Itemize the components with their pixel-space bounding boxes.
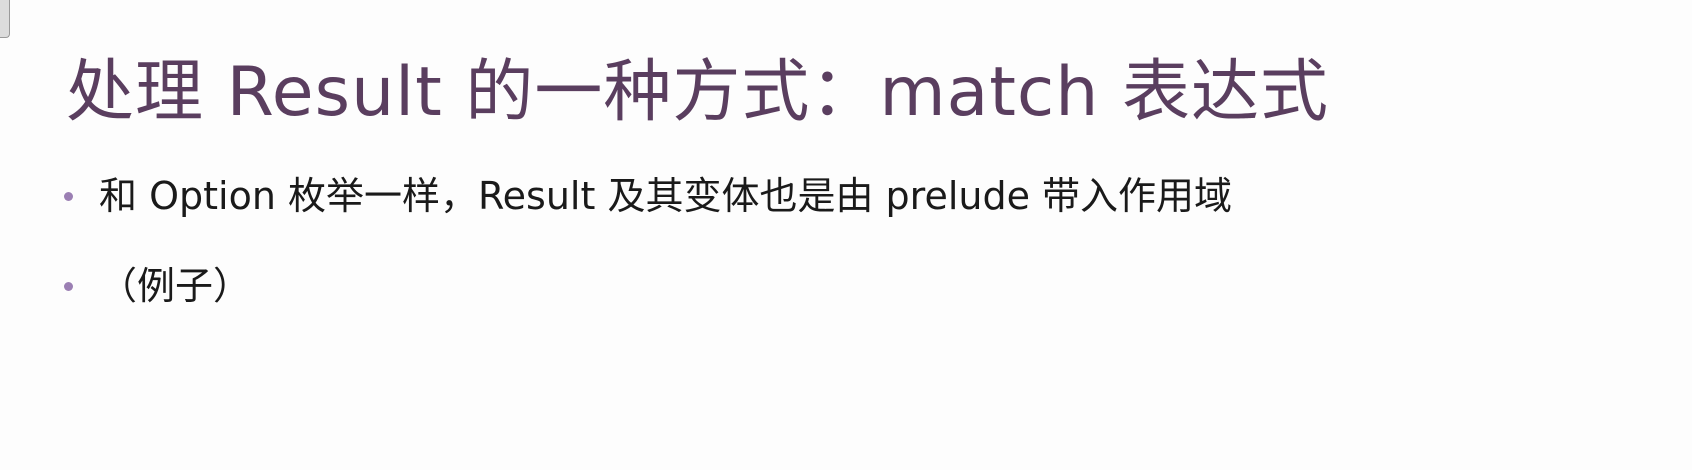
bullet-item: （例子） [64,266,1232,306]
window-corner-handle [0,0,10,38]
bullet-text: （例子） [99,264,252,308]
bullet-list: 和 Option 枚举一样，Result 及其变体也是由 prelude 带入作… [64,176,1232,356]
bullet-dot-icon [64,191,73,201]
bullet-text: 和 Option 枚举一样，Result 及其变体也是由 prelude 带入作… [99,174,1233,218]
presentation-slide: 处理 Result 的一种方式：match 表达式 和 Option 枚举一样，… [0,0,1692,470]
slide-title: 处理 Result 的一种方式：match 表达式 [66,53,1330,132]
bullet-dot-icon [64,281,73,291]
bullet-item: 和 Option 枚举一样，Result 及其变体也是由 prelude 带入作… [64,176,1232,216]
